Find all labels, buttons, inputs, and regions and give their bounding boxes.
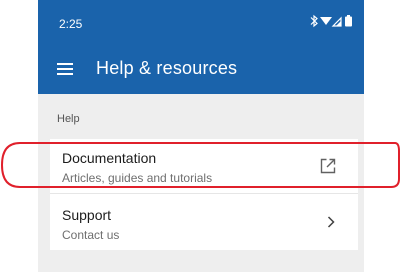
chevron-right-icon[interactable] [326,215,336,229]
support-item[interactable]: Support Contact us [50,194,358,250]
documentation-subtitle: Articles, guides and tutorials [62,171,213,185]
support-title: Support [62,207,112,223]
bluetooth-icon [310,14,318,28]
status-time: 2:25 [59,17,83,31]
battery-icon [345,15,352,27]
phone-screen: 2:25 Help & resources Help Documentation… [38,0,364,272]
documentation-item[interactable]: Documentation Articles, guides and tutor… [50,139,358,194]
wifi-icon [320,17,332,25]
status-icons [308,14,356,28]
open-external-icon[interactable] [320,158,336,174]
documentation-title: Documentation [62,150,157,166]
status-bar: 2:25 [38,0,364,44]
signal-icon [331,16,342,27]
page-title: Help & resources [96,58,238,78]
section-label-help: Help [57,113,80,125]
app-bar: Help & resources [38,44,364,94]
support-subtitle: Contact us [62,228,120,242]
menu-icon[interactable] [57,62,73,76]
